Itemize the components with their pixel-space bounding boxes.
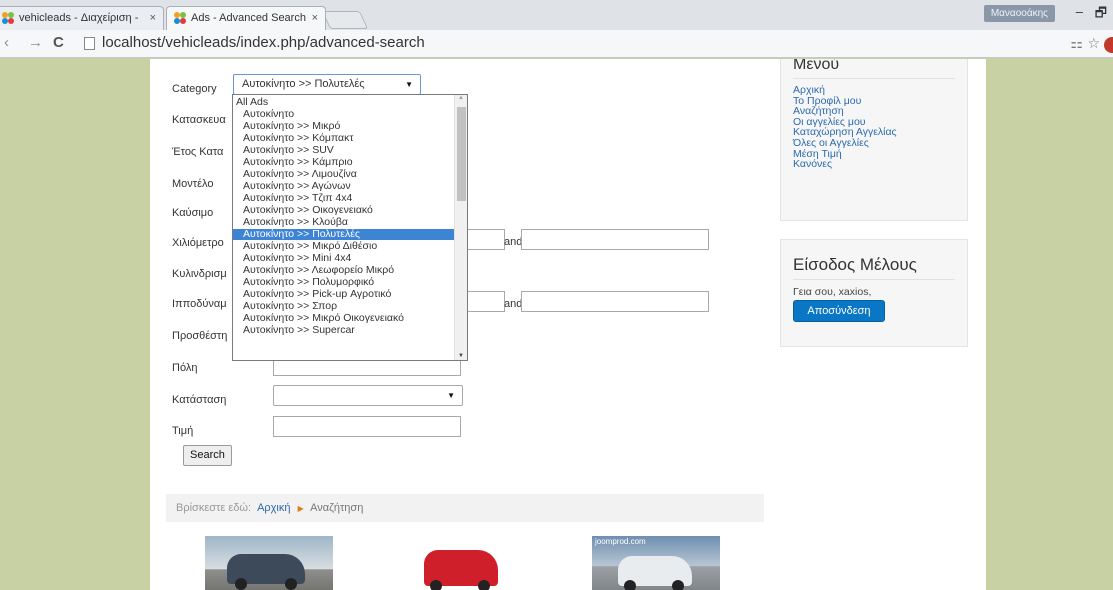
and-label: and	[504, 236, 523, 248]
category-option[interactable]: Αυτοκίνητο >> Mini 4x4	[233, 253, 454, 264]
greeting-text: Γεια σου, xaxios,	[793, 286, 872, 298]
page-icon	[84, 37, 95, 50]
category-option[interactable]: Αυτοκίνητο >> Λεωφορείο Μικρό	[233, 265, 454, 276]
chevron-down-icon: ▼	[447, 391, 455, 400]
category-option[interactable]: Αυτοκίνητο >> Τζιπ 4x4	[233, 193, 454, 204]
browser-tab-bar: vehicleads - Διαχείριση - × Ads - Advanc…	[0, 0, 1113, 30]
scroll-down-icon[interactable]: ▼	[458, 353, 464, 359]
reload-icon[interactable]: C	[53, 34, 64, 51]
url-input[interactable]: localhost/vehicleads/index.php/advanced-…	[80, 33, 1080, 55]
category-option[interactable]: Αυτοκίνητο >> Αγώνων	[233, 181, 454, 192]
category-option[interactable]: Αυτοκίνητο >> Μικρό	[233, 121, 454, 132]
menu-item-home[interactable]: Αρχική	[793, 85, 967, 96]
logout-button[interactable]: Αποσύνδεση	[793, 300, 885, 322]
date-added-label: Προσθέστη	[172, 330, 228, 342]
condition-select[interactable]: ▼	[273, 385, 463, 406]
forward-icon[interactable]: →	[28, 34, 43, 51]
extension-icon[interactable]	[1104, 37, 1113, 53]
new-tab-button[interactable]	[321, 11, 369, 29]
divider	[793, 78, 955, 79]
tab-title: vehicleads - Διαχείριση -	[19, 12, 139, 24]
divider	[793, 279, 955, 280]
minimize-icon[interactable]: –	[1076, 4, 1083, 19]
login-module: Είσοδος Μέλους Γεια σου, xaxios, Αποσύνδ…	[780, 239, 968, 347]
address-bar: ‹ → C localhost/vehicleads/index.php/adv…	[0, 30, 1113, 58]
breadcrumb-home-link[interactable]: Αρχική	[257, 502, 290, 514]
chevron-down-icon: ▼	[405, 80, 413, 89]
car-thumbnail[interactable]	[205, 536, 333, 590]
page-viewport: Category Κατασκευα Έτος Κατα Μοντέλο Καύ…	[0, 59, 1113, 590]
manufacturer-label: Κατασκευα	[172, 114, 226, 126]
dropdown-scrollbar[interactable]: ▲ ▼	[454, 95, 467, 360]
car-thumbnail[interactable]	[400, 536, 520, 590]
year-label: Έτος Κατα	[172, 146, 224, 158]
category-select[interactable]: Αυτοκίνητο >> Πολυτελές ▼	[233, 74, 421, 95]
breadcrumb-prefix: Βρίσκεστε εδώ:	[176, 502, 251, 514]
menu-module: Μενού Αρχική Το Προφίλ μου Αναζήτηση Οι …	[780, 59, 968, 221]
joomla-favicon-icon	[2, 12, 14, 24]
tab-vehicleads-admin[interactable]: vehicleads - Διαχείριση - ×	[0, 6, 164, 30]
menu-item-all-ads[interactable]: Όλες οι Αγγελίες	[793, 138, 967, 149]
scrollbar-thumb[interactable]	[457, 107, 466, 201]
model-label: Μοντέλο	[172, 178, 214, 190]
category-option-all[interactable]: All Ads	[233, 97, 454, 108]
category-option[interactable]: Αυτοκίνητο >> Πολυτελές	[233, 229, 454, 240]
category-option[interactable]: Αυτοκίνητο >> Κάμπριο	[233, 157, 454, 168]
menu-module-title: Μενού	[793, 59, 840, 73]
price-input[interactable]	[273, 416, 461, 437]
profile-badge[interactable]: Μαναοοάκης	[983, 5, 1055, 22]
category-option[interactable]: Αυτοκίνητο >> Λιμουζίνα	[233, 169, 454, 180]
fuel-label: Καύσιμο	[172, 207, 214, 219]
category-option[interactable]: Αυτοκίνητο >> Κλούβα	[233, 217, 454, 228]
category-option[interactable]: Αυτοκίνητο >> Οικογενειακό	[233, 205, 454, 216]
city-label: Πόλη	[172, 362, 198, 374]
hp-label: Ιπποδύναμ	[172, 298, 227, 310]
category-option[interactable]: Αυτοκίνητο	[233, 109, 454, 120]
price-label: Τιμή	[172, 425, 194, 437]
menu-item-rules[interactable]: Κανόνες	[793, 159, 967, 170]
category-option[interactable]: Αυτοκίνητο >> Supercar	[233, 325, 454, 336]
tab-close-icon[interactable]: ×	[150, 7, 156, 29]
tab-close-icon[interactable]: ×	[312, 7, 318, 29]
hp-to-input[interactable]	[521, 291, 709, 312]
mileage-label: Χιλιόμετρο	[172, 237, 224, 249]
category-option[interactable]: Αυτοκίνητο >> Μικρό Οικογενειακό	[233, 313, 454, 324]
login-module-title: Είσοδος Μέλους	[793, 255, 917, 274]
menu-list: Αρχική Το Προφίλ μου Αναζήτηση Οι αγγελί…	[781, 85, 967, 170]
condition-label: Κατάσταση	[172, 394, 227, 406]
breadcrumb-current: Αναζήτηση	[310, 502, 364, 514]
joomla-favicon-icon	[174, 12, 186, 24]
category-option[interactable]: Αυτοκίνητο >> Μικρό Διθέσιο	[233, 241, 454, 252]
mileage-to-input[interactable]	[521, 229, 709, 250]
car-thumbnail[interactable]: joomprod.com	[592, 536, 720, 590]
and-label: and	[504, 298, 523, 310]
category-selected-value: Αυτοκίνητο >> Πολυτελές	[242, 78, 365, 90]
translate-icon[interactable]: ⚏	[1070, 35, 1083, 52]
category-option[interactable]: Αυτοκίνητο >> SUV	[233, 145, 454, 156]
thumbnail-watermark: joomprod.com	[595, 537, 646, 546]
cc-label: Κυλινδρισμ	[172, 268, 227, 280]
category-option[interactable]: Αυτοκίνητο >> Σπορ	[233, 301, 454, 312]
back-icon[interactable]: ‹	[4, 34, 9, 51]
category-dropdown-list[interactable]: All Ads Αυτοκίνητο Αυτοκίνητο >> Μικρό Αυτο…	[232, 94, 468, 361]
tab-title: Ads - Advanced Search	[191, 12, 306, 24]
scroll-up-icon[interactable]: ▲	[458, 95, 464, 101]
search-button[interactable]: Search	[183, 445, 232, 466]
breadcrumb-arrow-icon: ▶	[297, 504, 304, 513]
category-label: Category	[172, 83, 217, 95]
url-text: localhost/vehicleads/index.php/advanced-…	[102, 34, 425, 51]
category-option[interactable]: Αυτοκίνητο >> Πολυμορφικό	[233, 277, 454, 288]
tab-advanced-search[interactable]: Ads - Advanced Search ×	[166, 6, 326, 30]
category-option[interactable]: Αυτοκίνητο >> Pick-up Αγροτικό	[233, 289, 454, 300]
breadcrumb: Βρίσκεστε εδώ: Αρχική ▶ Αναζήτηση	[166, 494, 764, 522]
category-option[interactable]: Αυτοκίνητο >> Κόμπακτ	[233, 133, 454, 144]
bookmark-star-icon[interactable]: ☆	[1087, 35, 1100, 52]
maximize-icon[interactable]: 🗗	[1095, 4, 1107, 26]
